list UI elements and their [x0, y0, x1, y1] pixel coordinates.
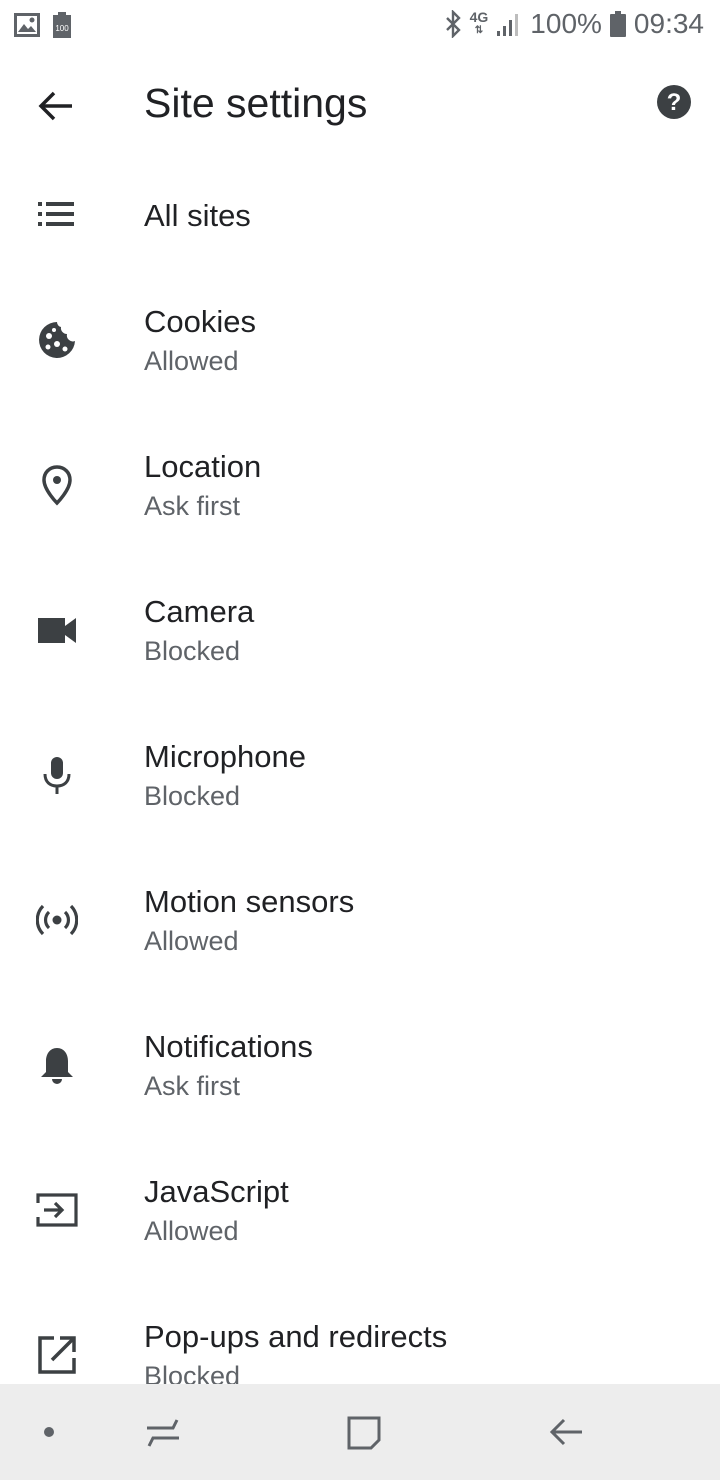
- network-4g-icon: 4G ⇅: [469, 9, 489, 36]
- item-label: All sites: [144, 198, 251, 233]
- mic-icon: [36, 754, 78, 796]
- battery-saver-icon: 100: [52, 12, 72, 43]
- home-icon[interactable]: [344, 1412, 384, 1452]
- list-item-javascript[interactable]: JavaScript Allowed: [0, 1140, 720, 1280]
- clock: 09:34: [633, 8, 704, 39]
- recents-icon[interactable]: [143, 1412, 183, 1452]
- svg-text:?: ?: [667, 89, 682, 116]
- dot-icon[interactable]: [29, 1412, 69, 1452]
- item-label: Pop-ups and redirects: [144, 1319, 448, 1354]
- navigation-bar: [0, 1384, 720, 1480]
- image-icon: [14, 13, 40, 42]
- back-button[interactable]: [28, 78, 84, 134]
- list-item-cookies[interactable]: Cookies Allowed: [0, 270, 720, 410]
- item-status: Blocked: [144, 1361, 241, 1384]
- item-label: Cookies: [144, 304, 256, 339]
- item-label: Notifications: [144, 1029, 313, 1064]
- list-item-popups[interactable]: Pop-ups and redirects Blocked: [0, 1285, 720, 1384]
- list-item-microphone[interactable]: Microphone Blocked: [0, 705, 720, 845]
- battery-percent: 100%: [530, 8, 602, 39]
- page-title: Site settings: [144, 80, 368, 126]
- item-status: Ask first: [144, 491, 241, 521]
- javascript-input-icon: [36, 1189, 78, 1231]
- list-item-motion-sensors[interactable]: Motion sensors Allowed: [0, 850, 720, 990]
- item-label: Microphone: [144, 739, 306, 774]
- status-bar: 100 4G ⇅ 100% 09:34: [0, 0, 720, 52]
- item-status: Allowed: [144, 1216, 239, 1246]
- item-status: Allowed: [144, 346, 239, 376]
- item-status: Ask first: [144, 1071, 241, 1101]
- battery-icon: [609, 11, 626, 37]
- list-item-location[interactable]: Location Ask first: [0, 415, 720, 555]
- help-button[interactable]: ?: [656, 84, 692, 120]
- location-pin-icon: [36, 464, 78, 506]
- item-status: Allowed: [144, 926, 239, 956]
- sensors-icon: [35, 899, 79, 941]
- app-bar: Site settings ?: [0, 52, 720, 158]
- network-label: 4G: [469, 9, 489, 25]
- item-status: Blocked: [144, 636, 241, 666]
- signal-icon: [496, 11, 522, 37]
- item-status: Blocked: [144, 781, 241, 811]
- open-in-new-icon: [36, 1334, 78, 1376]
- bell-icon: [36, 1044, 78, 1086]
- bluetooth-icon: [444, 10, 462, 38]
- item-label: Motion sensors: [144, 884, 355, 919]
- cookie-icon: [36, 319, 78, 361]
- item-label: JavaScript: [144, 1174, 289, 1209]
- help-icon: ?: [657, 85, 691, 119]
- back-icon[interactable]: [546, 1412, 586, 1452]
- item-label: Camera: [144, 594, 255, 629]
- back-arrow-icon: [38, 91, 72, 121]
- list-item-all-sites[interactable]: All sites: [0, 158, 720, 270]
- svg-text:100: 100: [55, 24, 69, 33]
- item-label: Location: [144, 449, 262, 484]
- videocam-icon: [36, 609, 78, 651]
- list-item-notifications[interactable]: Notifications Ask first: [0, 995, 720, 1135]
- list-item-camera[interactable]: Camera Blocked: [0, 560, 720, 700]
- list-icon: [36, 193, 78, 235]
